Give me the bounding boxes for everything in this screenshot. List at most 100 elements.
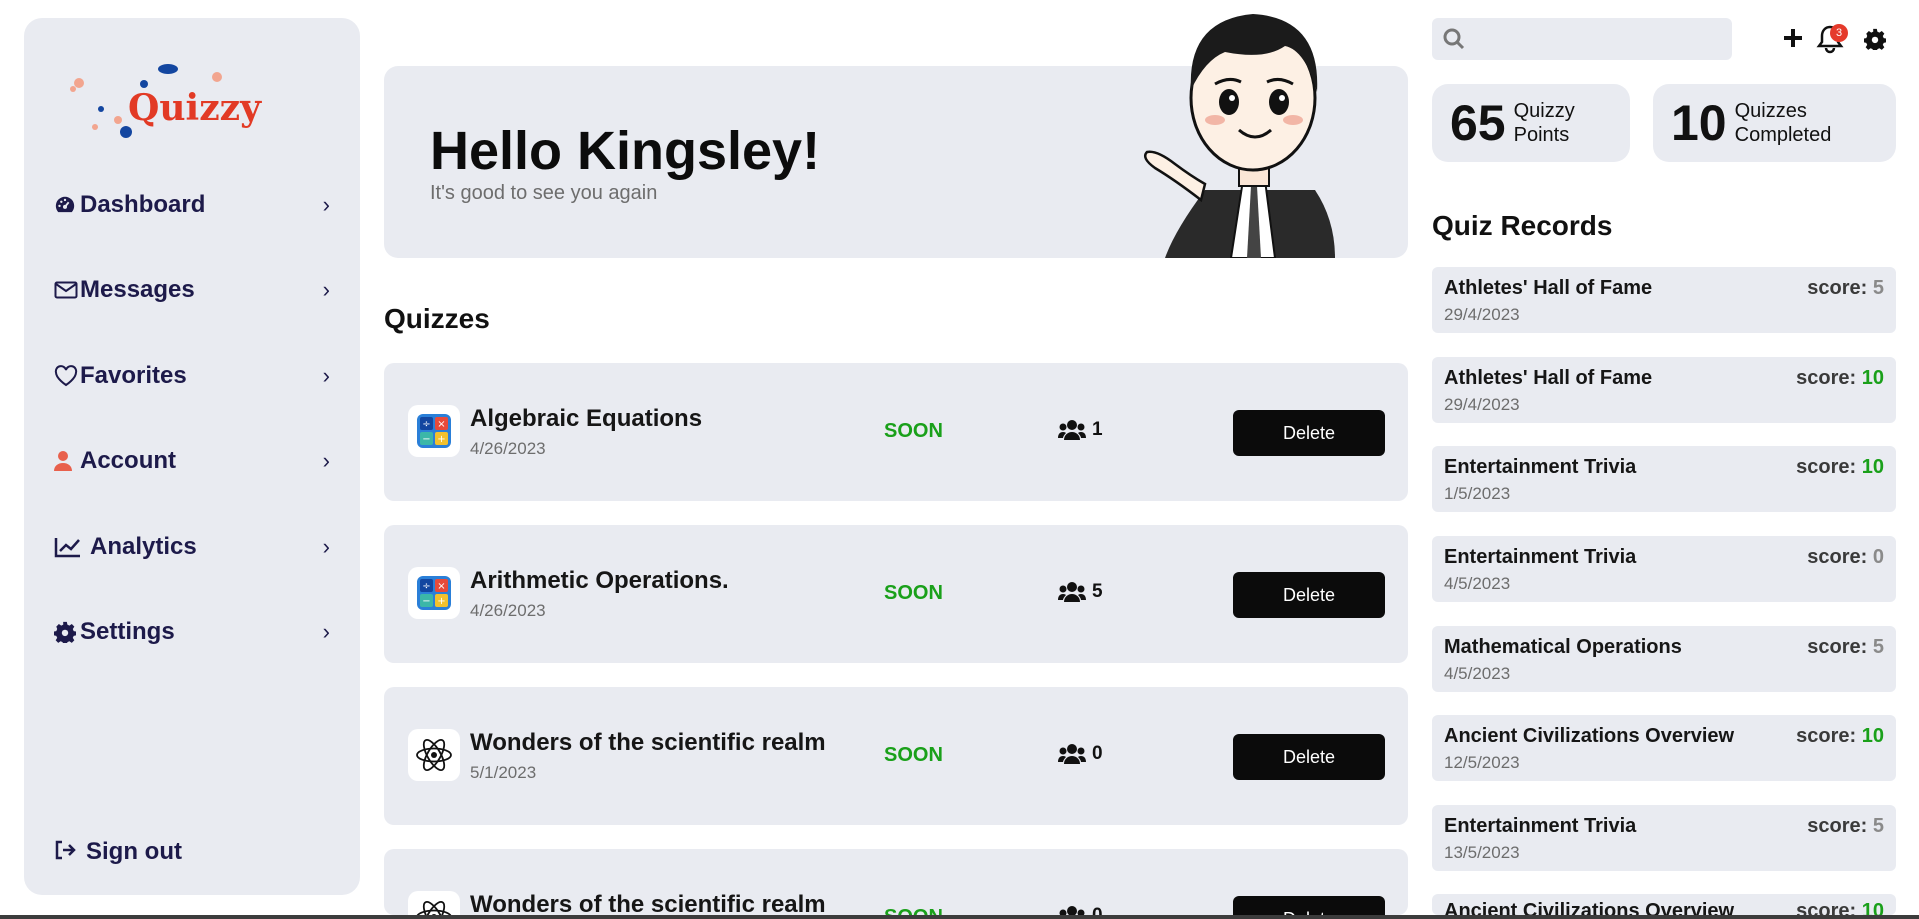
heart-icon: [54, 365, 80, 387]
users-icon: [1058, 744, 1086, 764]
sidebar-item-settings[interactable]: Settings ›: [54, 612, 340, 652]
stat-value: 65: [1450, 95, 1506, 151]
stat-value: 10: [1671, 95, 1727, 151]
delete-button[interactable]: Delete: [1233, 410, 1385, 456]
record-item[interactable]: Entertainment Trivia 13/5/2023 score: 5: [1432, 805, 1896, 871]
search-field[interactable]: [1432, 18, 1732, 60]
mascot-illustration: [1144, 14, 1335, 258]
stat-quizzy-points: 65 Quizzy Points: [1432, 84, 1630, 162]
stat-label: Quizzes Completed: [1734, 100, 1832, 146]
quiz-status: SOON: [884, 744, 943, 766]
quiz-name: Algebraic Equations: [470, 405, 703, 432]
sidebar-item-messages[interactable]: Messages ›: [54, 270, 340, 310]
record-name: Entertainment Trivia: [1444, 456, 1637, 478]
record-item[interactable]: Athletes' Hall of Fame 29/4/2023 score: …: [1432, 267, 1896, 333]
atom-icon: [408, 729, 460, 781]
quiz-card[interactable]: Wonders of the scientific realm 5/1/2023…: [384, 687, 1408, 825]
quiz-date: 4/26/2023: [470, 601, 546, 620]
plus-icon[interactable]: [1782, 27, 1804, 49]
quiz-name: Wonders of the scientific realm: [470, 729, 826, 756]
record-score: score: 10: [1796, 900, 1884, 915]
stat-label: Quizzy Points: [1513, 100, 1575, 146]
quiz-date: 4/26/2023: [470, 439, 546, 458]
gear-icon[interactable]: [1864, 28, 1886, 50]
record-name: Mathematical Operations: [1444, 636, 1682, 658]
sidebar-item-analytics[interactable]: Analytics ›: [54, 527, 340, 567]
sidebar-item-account[interactable]: Account ›: [54, 441, 340, 481]
record-name: Ancient Civilizations Overview: [1444, 900, 1735, 915]
quizzes-title: Quizzes: [384, 303, 490, 334]
window-bottom-border: [0, 915, 1919, 919]
participants-value: 1: [1092, 419, 1103, 440]
record-item[interactable]: Ancient Civilizations Overview 12/5/2023…: [1432, 715, 1896, 781]
record-score: score: 10: [1796, 367, 1884, 389]
atom-icon: [408, 891, 460, 915]
chevron-right-icon: ›: [322, 619, 330, 644]
delete-button[interactable]: Delete: [1233, 896, 1385, 915]
record-score: score: 5: [1807, 277, 1884, 299]
users-icon: [1058, 420, 1086, 440]
quiz-card[interactable]: Wonders of the scientific realm SOON 0 D…: [384, 849, 1408, 915]
record-score: score: 0: [1807, 546, 1884, 568]
calculator-icon: ÷ × − +: [408, 405, 460, 457]
stat-quizzes-completed: 10 Quizzes Completed: [1653, 84, 1896, 162]
dashboard-page: Quizzy Dashboard › Messages › Favorites …: [0, 0, 1919, 919]
record-item[interactable]: Entertainment Trivia 1/5/2023 score: 10: [1432, 446, 1896, 512]
users-icon: [1058, 582, 1086, 602]
chevron-right-icon: ›: [322, 534, 330, 559]
quiz-card[interactable]: ÷ × − + Arithmetic Operations. 4/26/2023 SO…: [384, 525, 1408, 663]
quiz-name: Wonders of the scientific realm: [470, 891, 826, 915]
participants-count: 0: [1058, 743, 1103, 765]
sidebar-item-dashboard[interactable]: Dashboard ›: [54, 185, 340, 225]
participants-count: 0: [1058, 905, 1103, 915]
record-item[interactable]: Ancient Civilizations Overview score: 10: [1432, 894, 1896, 915]
search-input[interactable]: [1432, 18, 1732, 60]
record-item[interactable]: Entertainment Trivia 4/5/2023 score: 0: [1432, 536, 1896, 602]
svg-text:×: ×: [437, 581, 445, 592]
quiz-status: SOON: [884, 582, 943, 604]
sidebar: Quizzy Dashboard › Messages › Favorites …: [24, 18, 360, 895]
chevron-right-icon: ›: [322, 192, 330, 217]
svg-text:−: −: [422, 434, 430, 445]
participants-value: 5: [1092, 581, 1103, 602]
sign-out-label: Sign out: [86, 838, 182, 865]
logo-text: Quizzy: [128, 87, 262, 129]
chart-line-icon: [54, 536, 90, 558]
calculator-icon: ÷ × − +: [408, 567, 460, 619]
record-score: score: 10: [1796, 456, 1884, 478]
record-score: score: 10: [1796, 725, 1884, 747]
record-date: 29/4/2023: [1444, 305, 1520, 324]
sidebar-item-label: Favorites: [80, 362, 187, 389]
sign-out-icon: [54, 840, 86, 865]
chevron-right-icon: ›: [322, 448, 330, 473]
search-icon: [1443, 28, 1465, 50]
record-score: score: 5: [1807, 636, 1884, 658]
svg-text:×: ×: [437, 419, 445, 430]
quiz-date: 5/1/2023: [470, 763, 537, 782]
svg-text:−: −: [422, 596, 430, 607]
record-name: Ancient Civilizations Overview: [1444, 725, 1735, 747]
svg-text:+: +: [437, 596, 445, 607]
chevron-right-icon: ›: [322, 363, 330, 388]
delete-button[interactable]: Delete: [1233, 734, 1385, 780]
users-icon: [1059, 906, 1085, 915]
record-name: Entertainment Trivia: [1444, 546, 1637, 568]
sidebar-item-label: Analytics: [90, 533, 197, 560]
svg-text:÷: ÷: [422, 581, 430, 592]
quiz-card[interactable]: ÷ × − + Algebraic Equations 4/26/2023 SOON …: [384, 363, 1408, 501]
sidebar-item-label: Messages: [80, 276, 195, 303]
record-item[interactable]: Mathematical Operations 4/5/2023 score: …: [1432, 626, 1896, 692]
record-date: 12/5/2023: [1444, 753, 1520, 772]
greeting-subtitle: It's good to see you again: [430, 182, 658, 204]
dashboard-icon: [54, 194, 80, 216]
quiz-status: SOON: [884, 420, 943, 442]
sidebar-item-favorites[interactable]: Favorites ›: [54, 356, 340, 396]
delete-button[interactable]: Delete: [1233, 572, 1385, 618]
quizzy-logo[interactable]: Quizzy: [48, 42, 268, 142]
record-item[interactable]: Athletes' Hall of Fame 29/4/2023 score: …: [1432, 357, 1896, 423]
notification-badge: 3: [1830, 24, 1848, 42]
sign-out-button[interactable]: Sign out: [54, 838, 182, 866]
participants-count: 1: [1058, 419, 1103, 441]
user-icon: [54, 450, 80, 472]
svg-text:+: +: [437, 434, 445, 445]
